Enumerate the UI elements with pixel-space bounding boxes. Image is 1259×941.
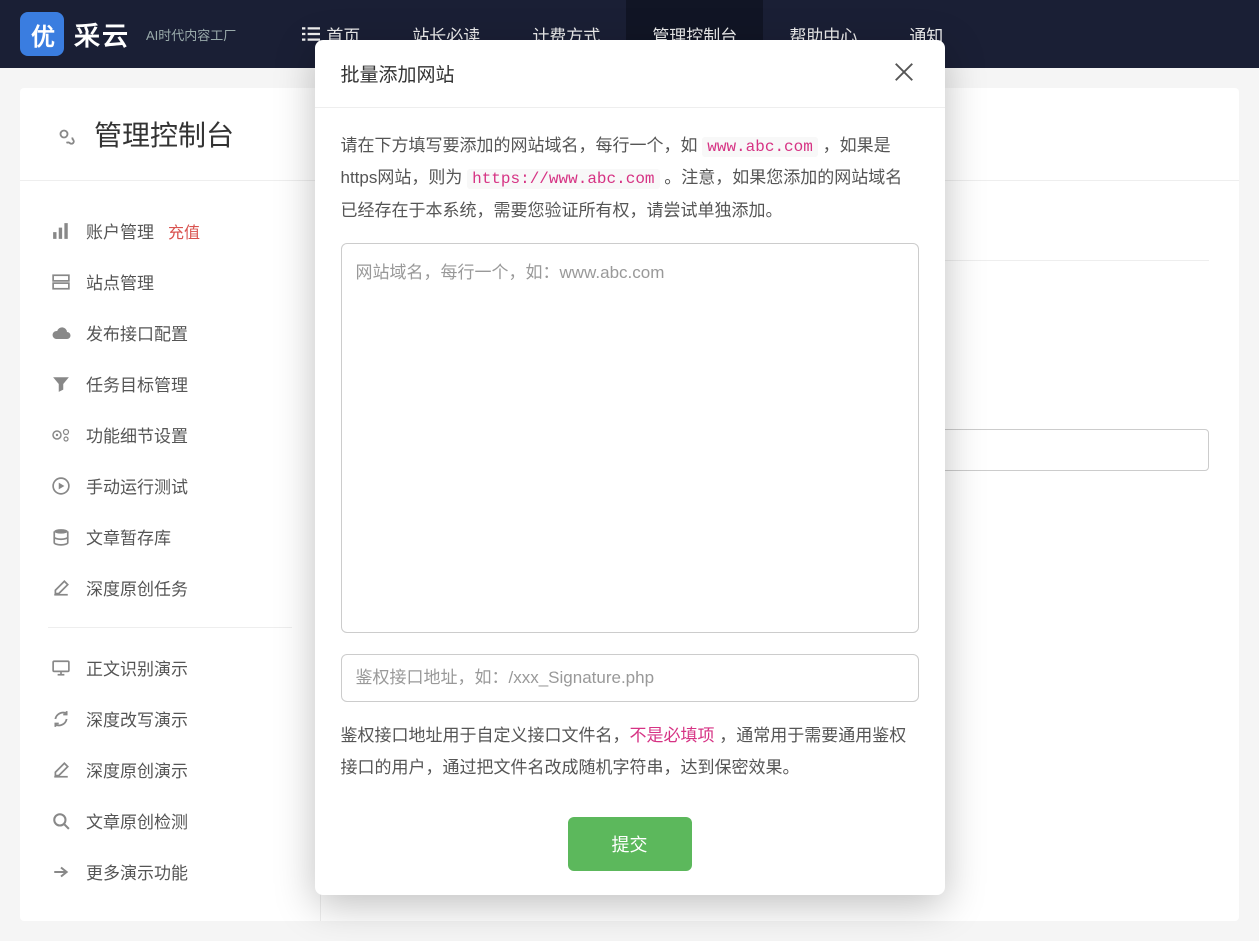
modal-body: 请在下方填写要添加的网站域名，每行一个，如 www.abc.com ，如果是ht…	[315, 108, 945, 807]
code-example-2: https://www.abc.com	[467, 169, 659, 189]
close-icon[interactable]	[893, 61, 919, 87]
batch-add-modal: 批量添加网站 请在下方填写要添加的网站域名，每行一个，如 www.abc.com…	[315, 40, 945, 895]
auth-url-input[interactable]	[341, 654, 919, 702]
modal-help-text: 请在下方填写要添加的网站域名，每行一个，如 www.abc.com ，如果是ht…	[341, 130, 919, 227]
submit-button[interactable]: 提交	[568, 817, 692, 871]
modal-backdrop: 批量添加网站 请在下方填写要添加的网站域名，每行一个，如 www.abc.com…	[0, 0, 1259, 874]
optional-hint: 不是必填项	[630, 726, 715, 745]
domains-textarea[interactable]	[341, 243, 919, 633]
modal-help-text-2: 鉴权接口地址用于自定义接口文件名，不是必填项 ，通常用于需要通用鉴权接口的用户，…	[341, 720, 919, 785]
modal-header: 批量添加网站	[315, 40, 945, 108]
code-example-1: www.abc.com	[702, 137, 818, 157]
modal-title: 批量添加网站	[341, 60, 455, 87]
